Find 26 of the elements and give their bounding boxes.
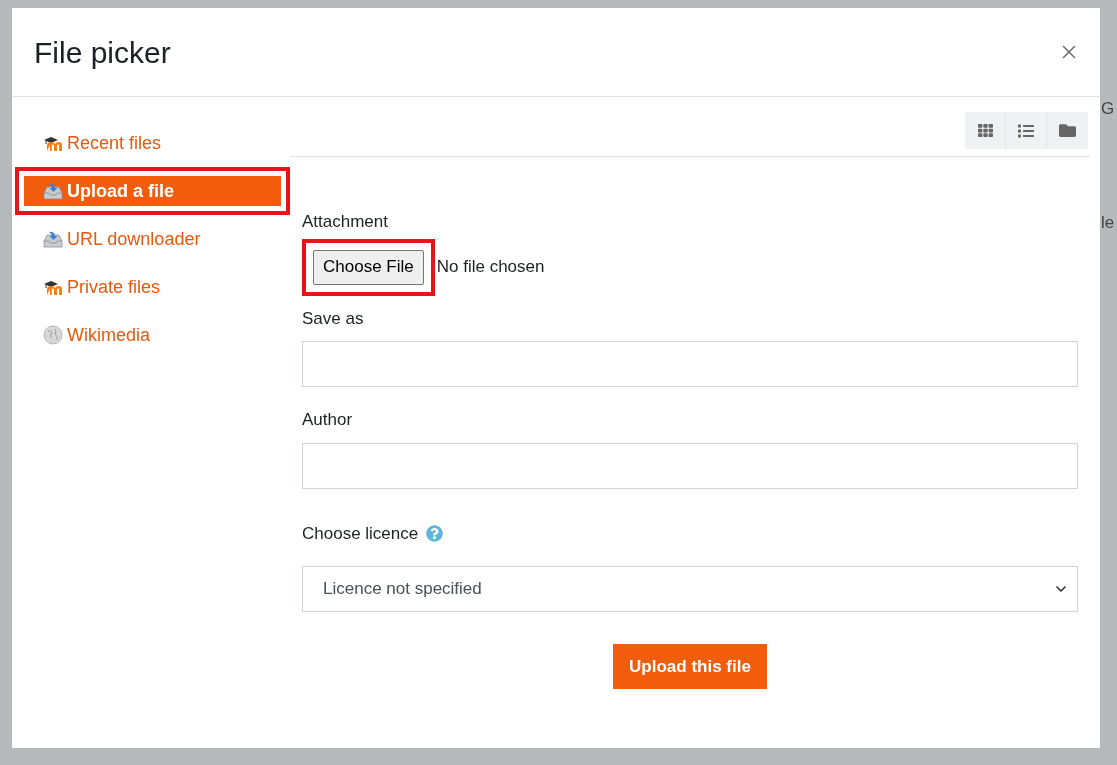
text-field[interactable] — [302, 341, 1078, 387]
grid-icon — [977, 123, 993, 138]
field-label: Choose licence — [302, 522, 419, 545]
sidebar-item[interactable]: Private files — [24, 272, 281, 302]
field-label: Attachment — [302, 211, 389, 233]
sidebar-item[interactable]: URL downloader — [24, 224, 281, 254]
sidebar-item[interactable]: Recent files — [24, 128, 281, 158]
background-text: G — [1101, 98, 1115, 120]
globe-icon — [43, 325, 63, 345]
choose-file-button[interactable]: Choose File — [313, 249, 424, 285]
mortarboard-m-icon — [43, 135, 63, 151]
licence-select[interactable]: Licence not specified — [302, 566, 1078, 612]
dialog-title: File picker — [34, 34, 171, 71]
folder-icon — [1059, 122, 1076, 139]
sidebar-item[interactable]: Upload a file — [24, 176, 281, 206]
list-icon — [1018, 122, 1034, 139]
tray-arrow-icon — [43, 230, 63, 248]
text-field[interactable] — [302, 442, 1078, 489]
field-label: Author — [302, 409, 354, 431]
upload-button[interactable]: Upload this file — [613, 644, 767, 689]
background-text: le — [1101, 211, 1115, 234]
tray-arrow-icon — [43, 182, 63, 200]
sidebar-item[interactable]: Wikimedia — [24, 320, 281, 350]
mortarboard-m-icon — [43, 279, 63, 295]
field-label: Save as — [302, 307, 365, 330]
file-status: No file chosen — [436, 256, 545, 279]
